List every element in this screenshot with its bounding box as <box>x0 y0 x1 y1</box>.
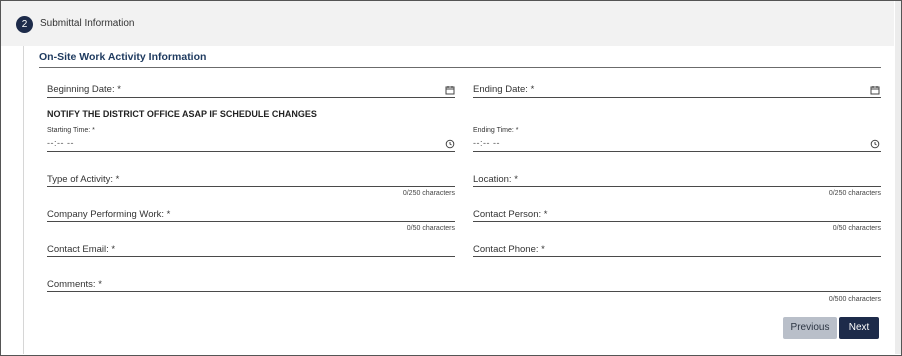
contact-phone-label: Contact Phone: * <box>473 244 545 255</box>
starting-time-underline <box>47 151 455 152</box>
ending-time-label: Ending Time: * <box>473 127 519 134</box>
beginning-date-label: Beginning Date: * <box>47 84 121 95</box>
type-of-activity-underline <box>47 186 455 187</box>
ending-time-underline <box>473 151 881 152</box>
schedule-notice: NOTIFY THE DISTRICT OFFICE ASAP IF SCHED… <box>47 109 317 119</box>
next-button[interactable]: Next <box>839 317 879 339</box>
contact-email-label: Contact Email: * <box>47 244 116 255</box>
type-of-activity-label: Type of Activity: * <box>47 174 120 185</box>
clock-icon[interactable] <box>445 139 455 149</box>
contact-person-label: Contact Person: * <box>473 209 548 220</box>
location-label: Location: * <box>473 174 518 185</box>
contact-person-counter: 0/50 characters <box>832 225 881 232</box>
calendar-icon[interactable] <box>870 85 880 95</box>
step-title: Submittal Information <box>40 18 135 29</box>
contact-email-underline <box>47 256 455 257</box>
company-performing-work-counter: 0/50 characters <box>406 225 455 232</box>
contact-phone-underline <box>473 256 881 257</box>
previous-button[interactable]: Previous <box>783 317 837 339</box>
ending-time-placeholder: --:-- -- <box>473 138 500 148</box>
ending-date-label: Ending Date: * <box>473 84 535 95</box>
comments-label: Comments: * <box>47 279 102 290</box>
step-header: 2 Submittal Information <box>1 1 894 46</box>
type-of-activity-counter: 0/250 characters <box>402 190 455 197</box>
calendar-icon[interactable] <box>445 85 455 95</box>
starting-time-placeholder: --:-- -- <box>47 138 74 148</box>
starting-time-label: Starting Time: * <box>47 127 95 134</box>
comments-counter: 0/500 characters <box>828 296 881 303</box>
location-underline <box>473 186 881 187</box>
ending-date-underline <box>473 97 881 98</box>
clock-icon[interactable] <box>870 139 880 149</box>
comments-underline <box>47 291 881 292</box>
beginning-date-underline <box>47 97 455 98</box>
section-divider <box>39 67 881 68</box>
scrollbar[interactable] <box>895 1 901 354</box>
step-number-badge: 2 <box>16 16 33 33</box>
step-rail <box>23 46 24 354</box>
location-counter: 0/250 characters <box>828 190 881 197</box>
company-performing-work-label: Company Performing Work: * <box>47 209 171 220</box>
contact-person-underline <box>473 221 881 222</box>
section-title: On-Site Work Activity Information <box>39 51 207 63</box>
company-performing-work-underline <box>47 221 455 222</box>
